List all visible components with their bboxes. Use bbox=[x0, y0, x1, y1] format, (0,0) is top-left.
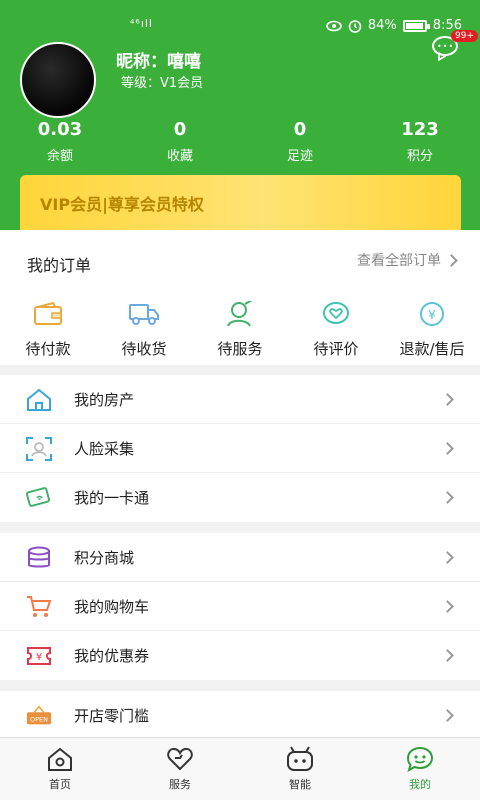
alarm-icon bbox=[348, 19, 362, 33]
chevron-right-icon bbox=[441, 491, 454, 504]
avatar[interactable] bbox=[20, 42, 96, 118]
stat-footprints[interactable]: 0 足迹 bbox=[240, 119, 360, 164]
status-right-group: 84% 8:56 bbox=[326, 18, 462, 33]
tab-label: 服务 bbox=[169, 778, 191, 791]
heart-icon bbox=[120, 744, 240, 774]
chevron-right-icon bbox=[441, 392, 454, 406]
menu-shopping-cart[interactable]: 我的购物车 bbox=[0, 582, 480, 631]
message-badge: 99+ bbox=[451, 30, 478, 42]
profile-icon bbox=[360, 744, 480, 774]
chevron-right-icon bbox=[441, 599, 454, 613]
menu-label: 我的房产 bbox=[74, 390, 135, 409]
chevron-right-icon bbox=[441, 649, 454, 662]
cart-icon bbox=[26, 594, 52, 620]
menu-label: 人脸采集 bbox=[74, 439, 135, 458]
menu-open-shop[interactable]: OPEN 开店零门槛 bbox=[0, 691, 480, 740]
nickname: 昵称：嘻嘻 bbox=[116, 52, 201, 72]
menu-points-mall[interactable]: 积分商城 bbox=[0, 533, 480, 582]
orders-title: 我的订单 bbox=[27, 256, 92, 275]
stat-value: 0.03 bbox=[37, 119, 83, 140]
order-pending-review[interactable]: 待评价 bbox=[288, 300, 384, 359]
bottom-tab-bar: 首页 服务 智能 我的 bbox=[0, 737, 480, 800]
orders-card: 我的订单 查看全部订单 待付款 待收货 待服务 待评价 ¥ 退款/售后 bbox=[0, 230, 480, 365]
review-icon bbox=[318, 300, 354, 328]
tab-service[interactable]: 服务 bbox=[120, 738, 240, 800]
truck-icon bbox=[126, 300, 162, 328]
menu-group-shop: OPEN 开店零门槛 bbox=[0, 691, 480, 740]
chevron-right-icon bbox=[445, 253, 458, 267]
stat-value: 0 bbox=[293, 119, 307, 140]
menu-label: 开店零门槛 bbox=[74, 707, 150, 725]
wallet-icon bbox=[30, 300, 66, 328]
stat-label: 余额 bbox=[46, 149, 73, 164]
house-icon bbox=[26, 387, 52, 413]
menu-label: 我的优惠券 bbox=[74, 647, 150, 665]
menu-group-shopping: 积分商城 我的购物车 ¥ 我的优惠券 bbox=[0, 533, 480, 680]
face-scan-icon bbox=[26, 436, 52, 462]
coupon-icon: ¥ bbox=[26, 643, 52, 669]
tab-label: 首页 bbox=[49, 778, 71, 791]
member-level: 等级：V1会员 bbox=[121, 76, 204, 91]
tab-home[interactable]: 首页 bbox=[0, 738, 120, 800]
refund-icon: ¥ bbox=[414, 300, 450, 328]
menu-my-card[interactable]: 我的一卡通 bbox=[0, 473, 480, 522]
order-refund[interactable]: ¥ 退款/售后 bbox=[384, 300, 480, 359]
stat-label: 积分 bbox=[406, 149, 433, 164]
open-sign-icon: OPEN bbox=[26, 703, 52, 729]
order-label: 待评价 bbox=[313, 340, 359, 358]
vip-banner[interactable]: VIP会员|尊享会员特权 bbox=[20, 175, 461, 230]
stat-label: 收藏 bbox=[166, 149, 193, 164]
stats-row: 0.03 余额 0 收藏 0 足迹 123 积分 bbox=[0, 119, 480, 164]
stat-value: 123 bbox=[401, 119, 439, 140]
stat-label: 足迹 bbox=[286, 149, 313, 164]
status-bar: ⁴⁶ıll 84% 8:56 bbox=[0, 0, 480, 48]
menu-my-property[interactable]: 我的房产 bbox=[0, 375, 480, 424]
order-pending-service[interactable]: 待服务 bbox=[192, 300, 288, 359]
stat-value: 0 bbox=[173, 119, 187, 140]
svg-text:OPEN: OPEN bbox=[30, 716, 48, 724]
robot-icon bbox=[240, 744, 360, 774]
order-pending-payment[interactable]: 待付款 bbox=[0, 300, 96, 359]
vip-banner-text: VIP会员|尊享会员特权 bbox=[40, 195, 204, 214]
battery-icon bbox=[402, 19, 430, 32]
order-label: 待付款 bbox=[25, 340, 71, 358]
home-icon bbox=[0, 744, 120, 774]
order-pending-delivery[interactable]: 待收货 bbox=[96, 300, 192, 359]
order-label: 待服务 bbox=[217, 340, 263, 358]
tab-mine[interactable]: 我的 bbox=[360, 738, 480, 800]
order-label: 待收货 bbox=[121, 340, 167, 358]
service-icon bbox=[222, 300, 258, 328]
tab-label: 我的 bbox=[409, 778, 431, 791]
order-status-row: 待付款 待收货 待服务 待评价 ¥ 退款/售后 bbox=[0, 300, 480, 359]
chevron-right-icon bbox=[441, 550, 454, 564]
stat-favorites[interactable]: 0 收藏 bbox=[120, 119, 240, 164]
tab-smart[interactable]: 智能 bbox=[240, 738, 360, 800]
tab-label: 智能 bbox=[289, 778, 311, 791]
card-icon bbox=[26, 485, 52, 511]
signal-indicator: ⁴⁶ıll bbox=[130, 17, 153, 30]
coins-icon bbox=[26, 545, 52, 571]
menu-label: 积分商城 bbox=[74, 548, 135, 567]
menu-my-coupons[interactable]: ¥ 我的优惠券 bbox=[0, 631, 480, 680]
order-label: 退款/售后 bbox=[399, 340, 465, 358]
chevron-right-icon bbox=[441, 441, 454, 455]
eye-icon bbox=[326, 20, 342, 31]
menu-label: 我的购物车 bbox=[74, 597, 150, 616]
view-all-orders-link[interactable]: 查看全部订单 bbox=[357, 250, 458, 270]
chevron-right-icon bbox=[441, 709, 454, 722]
view-all-orders-label: 查看全部订单 bbox=[357, 253, 441, 269]
battery-percent: 84% bbox=[367, 18, 397, 33]
stat-points[interactable]: 123 积分 bbox=[360, 119, 480, 164]
stat-balance[interactable]: 0.03 余额 bbox=[0, 119, 120, 164]
svg-text:¥: ¥ bbox=[428, 308, 436, 322]
menu-label: 我的一卡通 bbox=[74, 489, 150, 507]
svg-text:¥: ¥ bbox=[36, 652, 42, 663]
menu-face-capture[interactable]: 人脸采集 bbox=[0, 424, 480, 473]
menu-group-property: 我的房产 人脸采集 我的一卡通 bbox=[0, 375, 480, 522]
